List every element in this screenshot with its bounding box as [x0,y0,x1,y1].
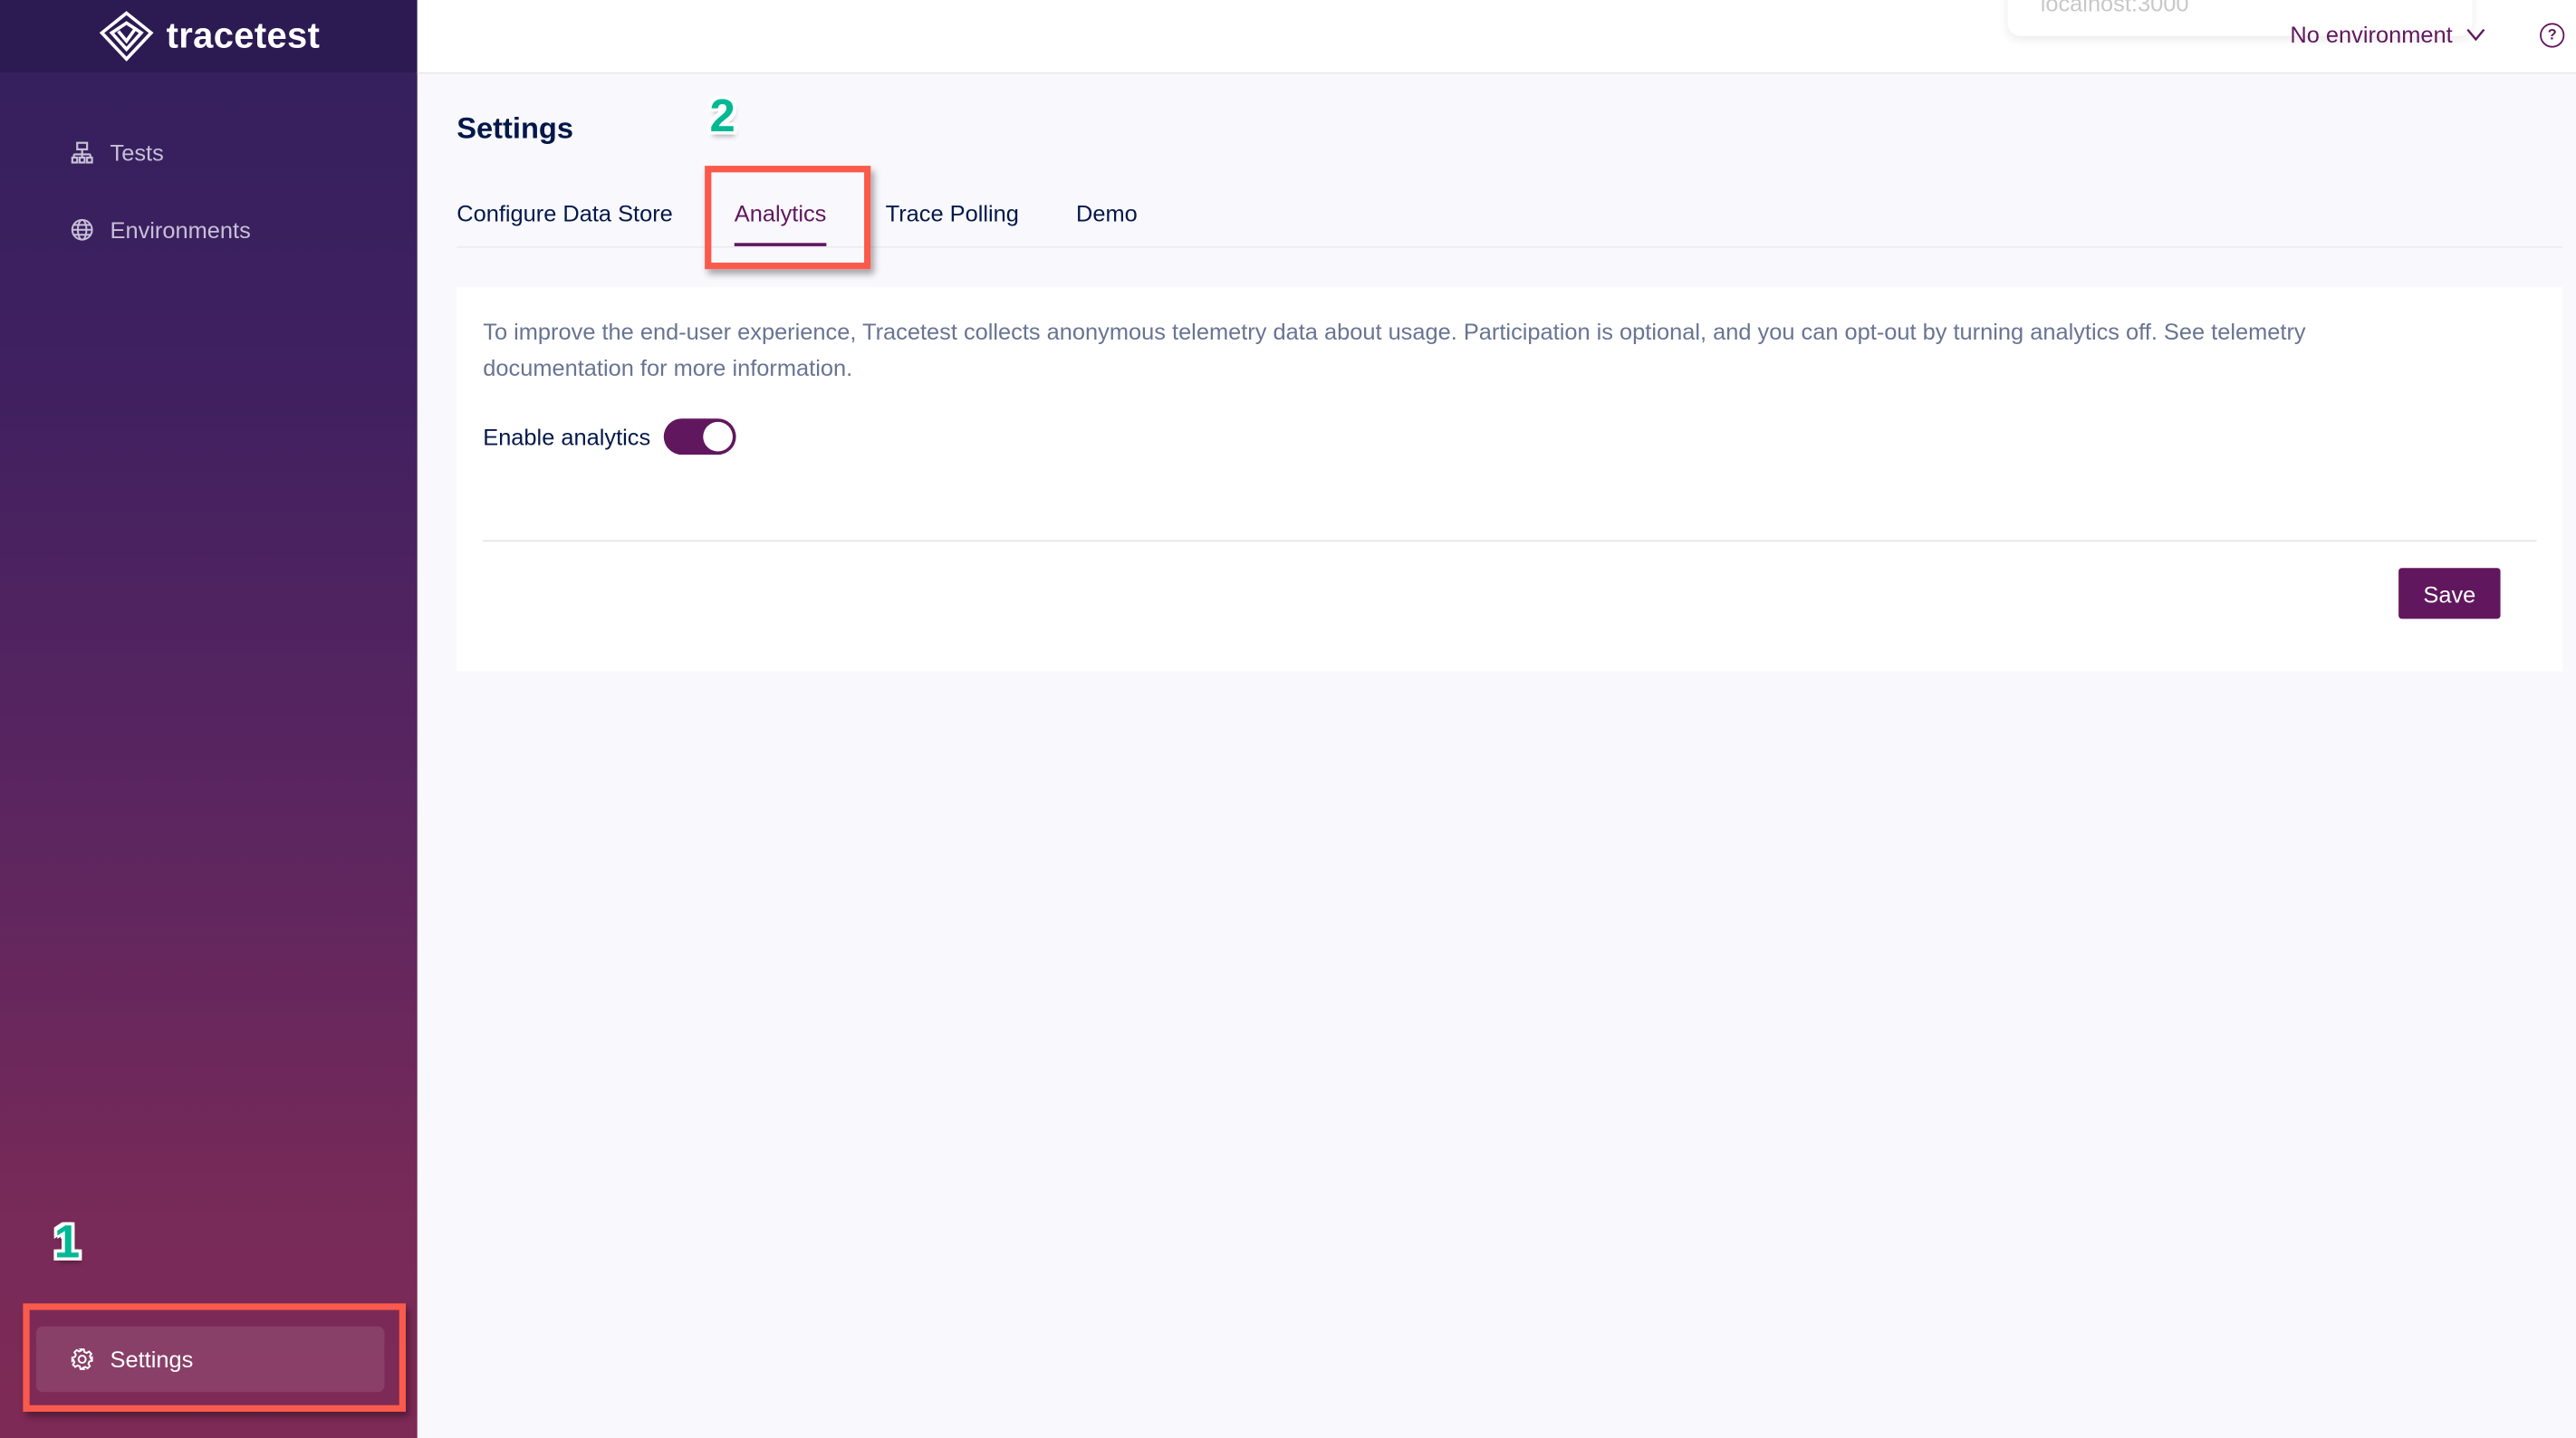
analytics-card: To improve the end-user experience, Trac… [457,287,2563,672]
help-icon[interactable]: ? [2540,23,2565,48]
save-button[interactable]: Save [2398,568,2501,619]
sidebar-item-tests[interactable]: Tests [71,139,164,166]
annotation-box-analytics [705,166,871,270]
annotation-number-1: 1 [53,1216,81,1268]
enable-analytics-row: Enable analytics [483,418,736,455]
divider [483,540,2537,542]
toggle-knob [703,421,733,452]
tab-demo[interactable]: Demo [1076,200,1138,226]
chevron-down-icon [2466,28,2485,42]
annotation-number-2: 2 [709,90,735,141]
sidebar-item-label: Tests [110,139,164,167]
analytics-description: To improve the end-user experience, Trac… [483,318,2306,381]
tracetest-logo-icon [100,11,154,62]
popover-text: localhost:3000 [2040,0,2189,17]
environment-selector[interactable]: No environment [2290,22,2485,48]
globe-icon [71,218,93,241]
logo[interactable]: tracetest [0,0,418,72]
app-name: tracetest [166,14,321,56]
sidebar-item-environments[interactable]: Environments [71,216,251,243]
toggle-label: Enable analytics [483,423,651,450]
tests-icon [71,141,93,164]
app-window: tracetest Tests Environments Settings lo… [0,0,2576,1438]
annotation-box-settings [23,1303,407,1412]
sidebar-item-label: Environments [110,216,251,244]
tab-configure-data-store[interactable]: Configure Data Store [457,200,673,226]
environment-label: No environment [2290,21,2453,48]
page-title: Settings [457,111,574,145]
tab-trace-polling[interactable]: Trace Polling [886,200,1019,226]
enable-analytics-toggle[interactable] [663,418,736,455]
